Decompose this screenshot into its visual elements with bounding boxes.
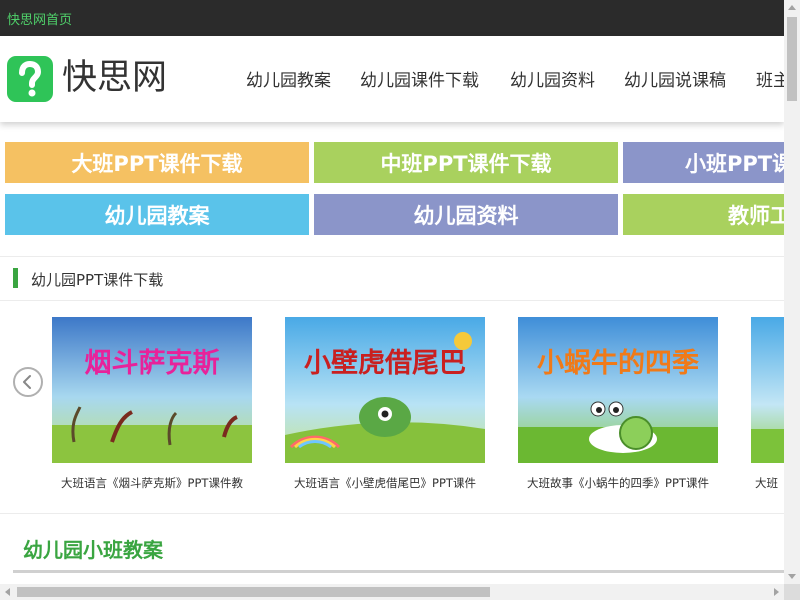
- banner-kindergarten-lessons[interactable]: 幼儿园教案: [5, 194, 309, 235]
- courseware-thumbnail[interactable]: 烟斗萨克斯: [52, 317, 252, 463]
- main-nav: 幼儿园教案 幼儿园课件下载 幼儿园资料 幼儿园说课稿 班主: [0, 70, 784, 94]
- thumbnail-title: 烟斗萨克斯: [84, 348, 220, 379]
- home-link[interactable]: 快思网首页: [7, 9, 72, 28]
- horizontal-scrollbar[interactable]: [0, 584, 784, 600]
- divider: [0, 513, 784, 514]
- nav-item-class-teacher[interactable]: 班主: [756, 70, 784, 92]
- scroll-down-icon[interactable]: [788, 574, 796, 579]
- nav-item-materials[interactable]: 幼儿园资料: [510, 70, 595, 92]
- courseware-thumbnail[interactable]: [751, 317, 784, 463]
- scroll-right-icon[interactable]: [774, 588, 779, 596]
- category-banners: 大班PPT课件下载 中班PPT课件下载 小班PPT课 幼儿园教案 幼儿园资料 教…: [0, 142, 784, 236]
- site-header: 快思网 幼儿园教案 幼儿园课件下载 幼儿园资料 幼儿园说课稿 班主: [0, 36, 784, 122]
- courseware-caption[interactable]: 大班故事《小蜗牛的四季》PPT课件: [518, 475, 718, 491]
- section-title[interactable]: 幼儿园PPT课件下载: [31, 269, 163, 290]
- thumbnail-title: 小壁虎借尾巴: [304, 348, 466, 379]
- divider: [0, 300, 784, 301]
- section-heading-underline: [13, 570, 784, 573]
- divider: [0, 256, 784, 257]
- banner-senior-class-ppt[interactable]: 大班PPT课件下载: [5, 142, 309, 183]
- nav-item-kindergarten-lessons[interactable]: 幼儿园教案: [246, 70, 331, 92]
- carousel-prev-button[interactable]: [13, 367, 43, 397]
- courseware-thumbnail[interactable]: 小壁虎借尾巴: [285, 317, 485, 463]
- nav-item-lecture-scripts[interactable]: 幼儿园说课稿: [624, 70, 726, 92]
- vertical-scrollbar-thumb[interactable]: [787, 17, 797, 101]
- vertical-scrollbar[interactable]: [784, 0, 800, 584]
- scrollbar-corner: [784, 584, 800, 600]
- section-heading[interactable]: 幼儿园小班教案: [23, 534, 163, 563]
- scroll-left-icon[interactable]: [5, 588, 10, 596]
- courseware-caption[interactable]: 大班语言《小壁虎借尾巴》PPT课件: [285, 475, 485, 491]
- banner-junior-class-ppt[interactable]: 小班PPT课: [623, 142, 784, 183]
- banner-teacher-work[interactable]: 教师工: [623, 194, 784, 235]
- courseware-thumbnail[interactable]: 小蜗牛的四季: [518, 317, 718, 463]
- nav-item-courseware-download[interactable]: 幼儿园课件下载: [360, 70, 479, 92]
- chevron-left-icon: [23, 375, 31, 389]
- section-title-marker: [13, 268, 18, 288]
- horizontal-scrollbar-thumb[interactable]: [17, 587, 490, 597]
- courseware-caption[interactable]: 大班语言《烟斗萨克斯》PPT课件教: [52, 475, 252, 491]
- courseware-caption[interactable]: 大班: [751, 475, 784, 491]
- courseware-carousel: 烟斗萨克斯 大班语言《烟斗萨克斯》PPT课件教 小壁虎借尾巴 大班语言《小壁虎借…: [52, 317, 784, 497]
- banner-middle-class-ppt[interactable]: 中班PPT课件下载: [314, 142, 618, 183]
- top-bar: 快思网首页: [0, 0, 784, 36]
- banner-kindergarten-materials[interactable]: 幼儿园资料: [314, 194, 618, 235]
- scroll-up-icon[interactable]: [788, 5, 796, 10]
- thumbnail-title: 小蜗牛的四季: [537, 348, 699, 379]
